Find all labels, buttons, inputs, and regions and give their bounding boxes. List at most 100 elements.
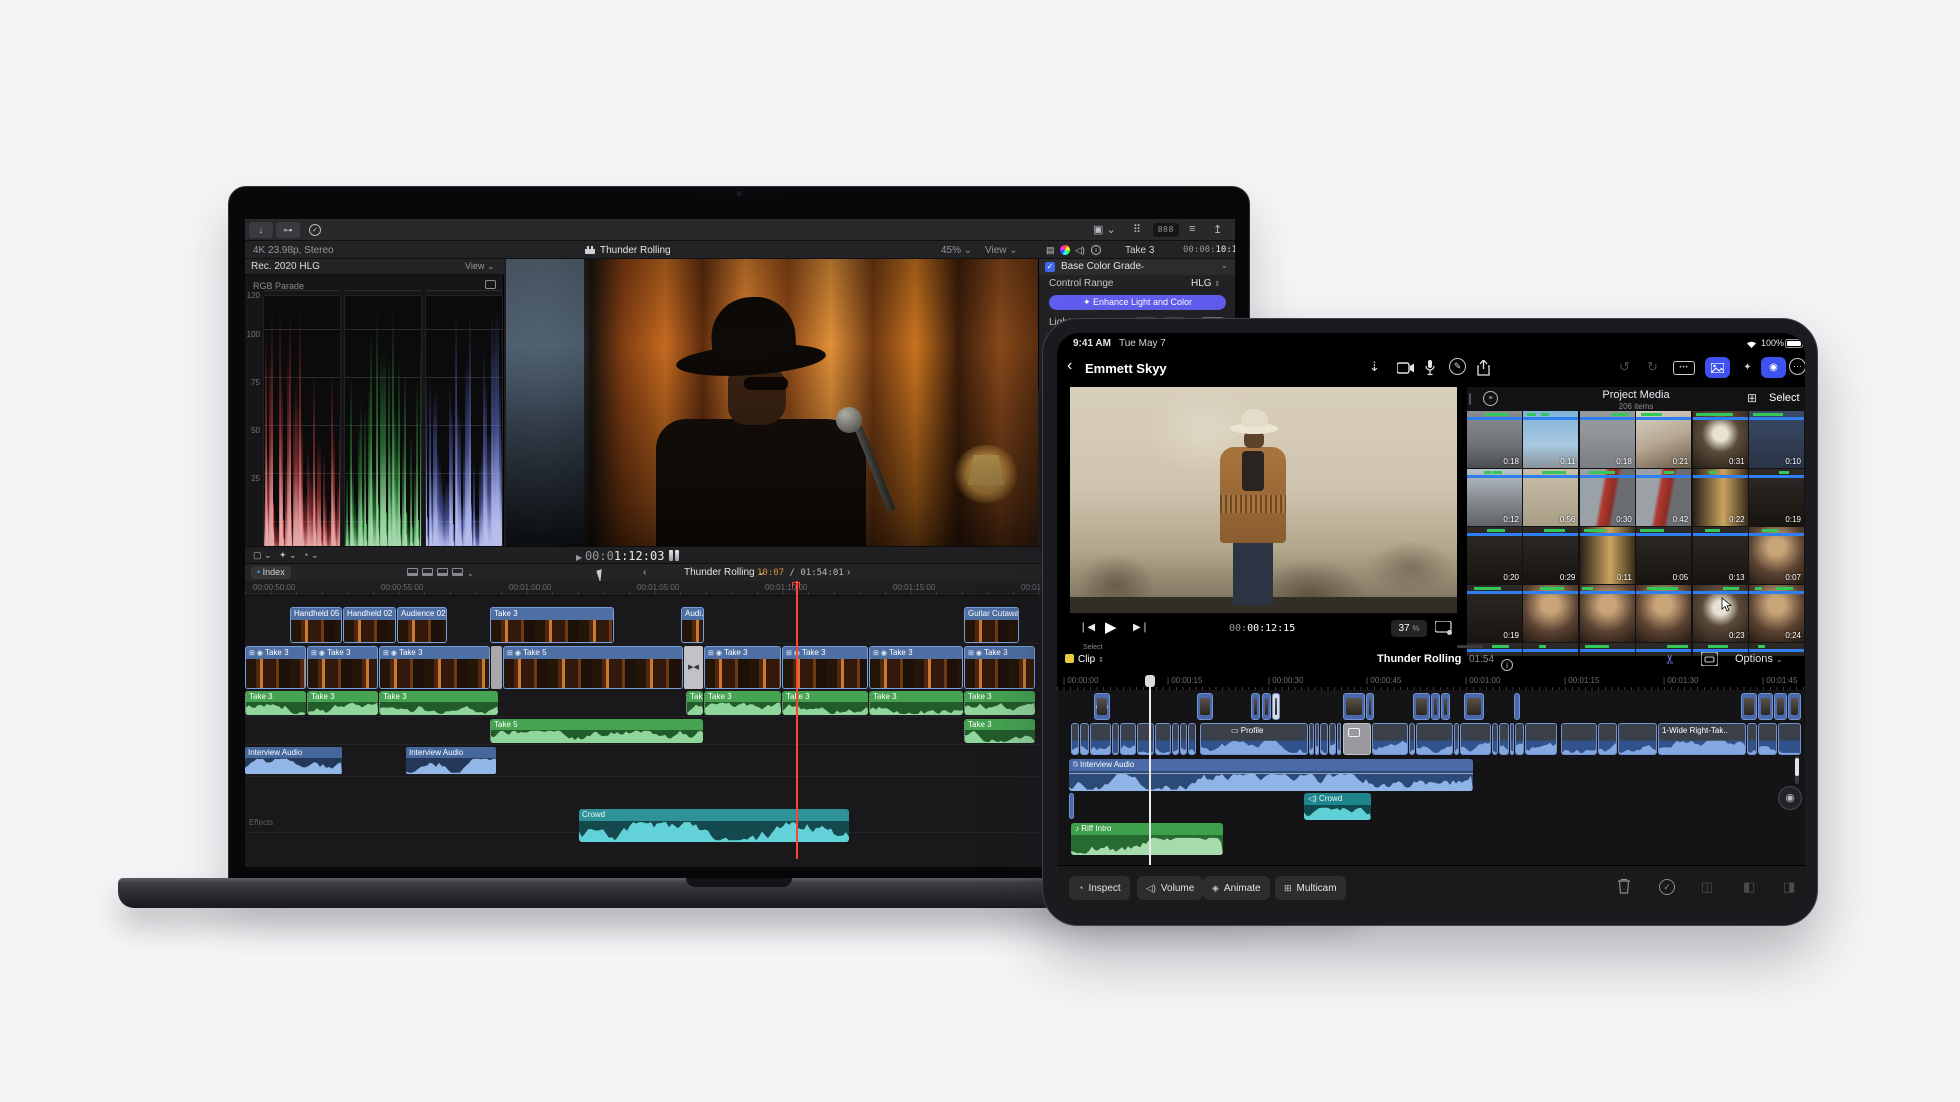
- info-icon[interactable]: i: [1091, 245, 1101, 255]
- timeline-clip[interactable]: [1758, 723, 1777, 755]
- color-wheel-icon[interactable]: [1060, 245, 1070, 255]
- timeline-clip[interactable]: [1090, 723, 1111, 755]
- timeline-project-menu[interactable]: Thunder Rolling ⌄: [684, 567, 766, 578]
- share-icon[interactable]: [1477, 360, 1490, 376]
- interview-audio-clip[interactable]: ⍉ Interview Audio: [1069, 759, 1473, 791]
- more-icon[interactable]: ⋯: [1789, 358, 1805, 375]
- media-thumbnail[interactable]: 0:29: [1523, 527, 1579, 584]
- media-thumbnail[interactable]: [1636, 585, 1692, 642]
- media-thumbnail[interactable]: 0:22: [1692, 469, 1748, 526]
- multicam-button[interactable]: ⊞ Multicam: [1275, 876, 1346, 900]
- connected-clip[interactable]: ✎: [1094, 693, 1110, 720]
- enhance-tool-icon[interactable]: ✦ ⌄: [279, 550, 297, 561]
- timeline-clip[interactable]: [1778, 723, 1801, 755]
- connected-clip[interactable]: Guitar Cutaway 06: [964, 607, 1019, 643]
- inspect-button[interactable]: ◔ Inspect: [1069, 876, 1130, 900]
- clip-mode-toggle[interactable]: Clip ⇕: [1065, 654, 1104, 665]
- media-thumbnail[interactable]: 0:18: [1579, 411, 1635, 468]
- multicam-video-clip[interactable]: ⊞◉Take 3: [782, 646, 868, 689]
- timeline-clip[interactable]: [1343, 723, 1371, 755]
- display-output-icon[interactable]: [1435, 621, 1453, 635]
- connected-clip[interactable]: Handheld 02: [343, 607, 396, 643]
- timeline-clip[interactable]: [1137, 723, 1154, 755]
- ipad-playhead-handle[interactable]: [1145, 675, 1155, 687]
- base-color-grade-row[interactable]: ✓ Base Color Grade ⌄ ⌄: [1039, 259, 1235, 275]
- browser-grid-icon[interactable]: ⠿: [1133, 223, 1141, 236]
- media-thumbnail[interactable]: 0:18: [1467, 411, 1522, 468]
- share-icon[interactable]: ↥: [1213, 223, 1222, 236]
- timeline-clip[interactable]: [1188, 723, 1196, 755]
- timeline-clip[interactable]: [1337, 723, 1341, 755]
- connected-clip[interactable]: [1788, 693, 1801, 720]
- connected-clip[interactable]: [1366, 693, 1374, 720]
- connected-clip[interactable]: Audience 02: [397, 607, 447, 643]
- animate-button[interactable]: ◈ Animate: [1203, 876, 1270, 900]
- skip-back-icon[interactable]: ❘◀: [1079, 622, 1095, 633]
- audio-clip[interactable]: Take 3: [782, 691, 868, 715]
- timeline-clip[interactable]: [1071, 723, 1079, 755]
- trash-icon[interactable]: [1617, 878, 1631, 894]
- select-button[interactable]: Select: [1769, 392, 1800, 404]
- project-info-icon[interactable]: i: [1501, 653, 1513, 671]
- sliders-icon[interactable]: ≡: [1189, 223, 1195, 235]
- media-thumbnail[interactable]: 0:07: [1749, 527, 1804, 584]
- connected-clip[interactable]: [1441, 693, 1450, 720]
- timeline-clip[interactable]: [1172, 723, 1179, 755]
- import-icon[interactable]: ⇣: [1369, 359, 1380, 375]
- undo-icon[interactable]: ↺: [1619, 359, 1630, 375]
- crowd-audio-clip[interactable]: ◁) Crowd: [1304, 793, 1371, 820]
- pencil-icon[interactable]: ✎: [1449, 358, 1466, 375]
- timeline-clip[interactable]: [1080, 723, 1089, 755]
- grid-view-icon[interactable]: ⊞: [1747, 391, 1757, 405]
- speed-indicator[interactable]: 37 %: [1391, 620, 1427, 637]
- audio-clip[interactable]: Take 5: [490, 719, 703, 743]
- audio-clip[interactable]: Take 3: [704, 691, 781, 715]
- timeline-clip[interactable]: [1618, 723, 1657, 755]
- timeline-clip[interactable]: [1155, 723, 1171, 755]
- timeline-clip[interactable]: [1416, 723, 1453, 755]
- multicam-video-clip[interactable]: ⊞◉Take 3: [964, 646, 1035, 689]
- control-range-select[interactable]: HLG ⇕: [1191, 278, 1220, 289]
- ipad-timeline-tracks[interactable]: ◉ ✎ ▭ Profile 1-Wide Right-Tak.. ⍉ Intervie…: [1057, 690, 1805, 865]
- audio-sliver-clip[interactable]: [1069, 793, 1074, 819]
- timeline-clip[interactable]: [1329, 723, 1336, 755]
- timeline-drag-handle[interactable]: [1457, 645, 1483, 648]
- media-thumbnail[interactable]: 0:30: [1579, 469, 1635, 526]
- connected-clip[interactable]: [1741, 693, 1757, 720]
- media-thumbnail[interactable]: 0:05: [1636, 527, 1692, 584]
- connected-clip[interactable]: [1774, 693, 1787, 720]
- audio-clip[interactable]: Take 3: [245, 691, 306, 715]
- interview-audio-clip[interactable]: Interview Audio: [406, 747, 496, 774]
- enhance-light-color-button[interactable]: ✦ Enhance Light and Color: [1049, 295, 1226, 310]
- options-menu[interactable]: Options ⌄: [1735, 653, 1783, 665]
- media-thumbnail[interactable]: 0:23: [1692, 585, 1748, 642]
- crowd-effects-clip[interactable]: Crowd: [579, 809, 849, 842]
- background-tasks-icon[interactable]: ✓: [303, 222, 327, 238]
- multicam-video-clip[interactable]: ⊞◉Take 3: [245, 646, 306, 689]
- back-button[interactable]: ‹: [1067, 357, 1072, 375]
- jog-wheel-icon[interactable]: ◉: [1761, 357, 1786, 378]
- timeline-clip[interactable]: [1598, 723, 1617, 755]
- timeline-clip[interactable]: [1309, 723, 1314, 755]
- timeline-clip[interactable]: [1510, 723, 1514, 755]
- mac-playhead[interactable]: [796, 581, 798, 859]
- timeline-clip[interactable]: [1515, 723, 1524, 755]
- picture-in-picture-icon[interactable]: [1701, 652, 1718, 666]
- media-thumbnail[interactable]: 0:56: [1523, 469, 1579, 526]
- media-thumbnail[interactable]: 0:19: [1467, 585, 1522, 642]
- multicam-video-clip[interactable]: ⊞◉Take 3: [379, 646, 490, 689]
- connected-clip[interactable]: [1343, 693, 1365, 720]
- timeline-jog-button[interactable]: ◉: [1778, 786, 1802, 810]
- connected-clip[interactable]: [1464, 693, 1484, 720]
- multicam-video-clip[interactable]: ⊞◉Take 3: [869, 646, 963, 689]
- next-project-button[interactable]: ›: [847, 567, 850, 578]
- connected-clip[interactable]: [1413, 693, 1430, 720]
- transition-clip[interactable]: ▶◀: [684, 646, 703, 689]
- gap-clip[interactable]: [491, 646, 502, 689]
- ipad-timecode[interactable]: 00:00:12:15: [1229, 620, 1295, 637]
- effect-checkbox[interactable]: ✓: [1045, 262, 1055, 272]
- clip-stack-icon[interactable]: ▣ ⌄: [1093, 223, 1116, 236]
- ipad-timeline-ruler[interactable]: | 00:00:00 | 00:00:15 | 00:00:30 | 00:00:45…: [1057, 675, 1805, 690]
- media-thumbnail[interactable]: 0:24: [1749, 585, 1804, 642]
- timeline-clip[interactable]: [1112, 723, 1119, 755]
